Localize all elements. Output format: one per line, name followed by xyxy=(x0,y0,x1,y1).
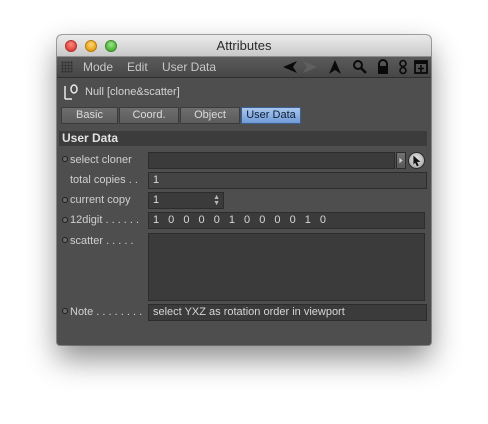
tab-object[interactable]: Object xyxy=(180,107,240,124)
new-panel-icon[interactable] xyxy=(413,59,429,75)
animation-key-dot-current-copy[interactable] xyxy=(62,197,68,203)
section-header-user-data: User Data xyxy=(59,131,427,146)
total-copies-field: 1 xyxy=(148,172,427,189)
scatter-label: scatter . . . . . xyxy=(70,235,134,247)
forward-arrow-icon[interactable] xyxy=(302,59,318,75)
menu-mode[interactable]: Mode xyxy=(83,60,113,74)
note-label: Note . . . . . . . . xyxy=(70,306,143,318)
select-cloner-label: select cloner xyxy=(70,154,132,166)
scatter-text-area[interactable] xyxy=(148,233,425,301)
twelve-digit-label: 12digit . . . . . . xyxy=(70,214,140,226)
animation-key-dot-select-cloner[interactable] xyxy=(62,156,68,162)
current-copy-label: current copy xyxy=(70,194,131,206)
animation-key-dot-note[interactable] xyxy=(62,308,68,314)
null-object-icon xyxy=(62,83,80,101)
stepper-arrows-icon[interactable]: ▲ ▼ xyxy=(213,194,220,207)
link-field-arrow-icon[interactable] xyxy=(396,152,406,169)
attributes-window: Attributes Mode Edit User Data Null [clo… xyxy=(57,35,431,345)
window-title: Attributes xyxy=(216,38,272,53)
menu-edit[interactable]: Edit xyxy=(127,60,148,74)
current-copy-stepper[interactable]: 1 ▲ ▼ xyxy=(148,192,224,209)
tab-basic[interactable]: Basic xyxy=(61,107,118,124)
search-icon[interactable] xyxy=(352,59,368,75)
back-arrow-icon[interactable] xyxy=(282,59,298,75)
total-copies-label: total copies . . xyxy=(70,174,138,186)
tab-coord[interactable]: Coord. xyxy=(119,107,179,124)
select-cloner-link-field[interactable] xyxy=(148,152,395,169)
note-field[interactable]: select YXZ as rotation order in viewport xyxy=(148,304,427,321)
animation-key-dot-scatter[interactable] xyxy=(62,237,68,243)
link-icon[interactable] xyxy=(395,59,411,75)
tab-user-data[interactable]: User Data xyxy=(241,107,301,124)
lock-icon[interactable] xyxy=(375,59,391,75)
object-picker-icon[interactable] xyxy=(408,152,425,169)
object-header: Null [clone&scatter] xyxy=(57,78,431,104)
object-name: Null [clone&scatter] xyxy=(85,86,180,98)
title-bar[interactable]: Attributes xyxy=(57,35,431,57)
grip-handle-icon[interactable] xyxy=(61,61,73,73)
twelve-digit-field[interactable]: 1 0 0 0 0 1 0 0 0 0 1 0 xyxy=(148,212,425,229)
current-copy-value: 1 xyxy=(153,194,160,206)
up-arrow-icon[interactable] xyxy=(327,59,343,75)
menu-user-data[interactable]: User Data xyxy=(162,60,216,74)
animation-key-dot-12digit[interactable] xyxy=(62,217,68,223)
menu-bar: Mode Edit User Data xyxy=(57,57,431,78)
